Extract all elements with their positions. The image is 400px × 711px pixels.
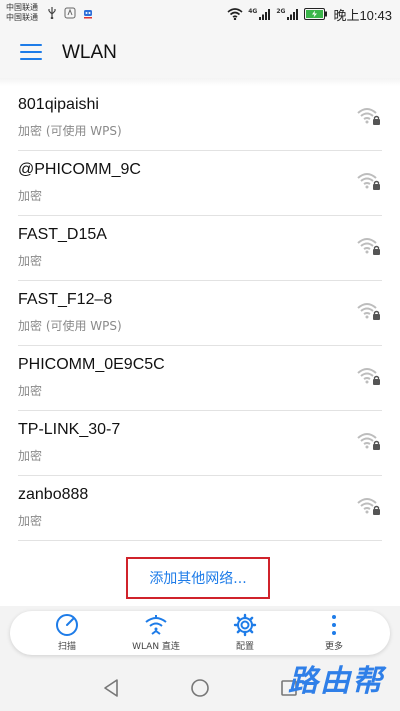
network-item-801qipaishi[interactable]: 801qipaishi 加密 (可使用 WPS) [0,86,400,151]
scan-label: 扫描 [57,642,76,652]
watermark-logo: 路由帮 [288,664,384,699]
wifi-locked-icon [357,303,380,320]
wifi-locked-icon [357,173,380,190]
network-item-zanbo888[interactable]: zanbo888 加密 [0,476,400,541]
wifi-locked-icon [357,368,380,385]
signal-2-type: 2G [276,8,286,15]
more-label: 更多 [324,642,343,652]
status-icons: 4G 2G 晚上10:43 [227,5,392,24]
wifi-locked-icon [357,433,380,450]
network-name: TP-LINK_30-7 [18,421,121,438]
network-item-phicomm-0e9c5c[interactable]: PHICOMM_0E9C5C 加密 [0,346,400,411]
more-vertical-icon [332,615,336,635]
scan-button[interactable]: 扫描 [22,613,112,653]
back-triangle-icon[interactable] [100,677,122,699]
more-button[interactable]: 更多 [289,613,379,653]
network-security: 加密 [18,384,43,398]
network-security: 加密 [18,254,43,268]
carrier-2-label: 中国联通 [6,13,38,22]
wlan-direct-icon [145,615,167,635]
add-other-network-link[interactable]: 添加其他网络... [149,568,246,588]
network-security: 加密 [18,189,43,203]
gear-icon [233,613,257,637]
network-name: 801qipaishi [18,96,99,113]
config-label: 配置 [235,642,254,652]
wifi-locked-icon [357,498,380,515]
wlan-direct-button[interactable]: WLAN 直连 [111,613,201,653]
page-title: WLAN [62,42,117,63]
network-item-fast-f12-8[interactable]: FAST_F12–8 加密 (可使用 WPS) [0,281,400,346]
carrier-info: 中国联通 中国联通 [6,3,38,23]
app-bar: WLAN [0,30,400,78]
wifi-locked-icon [357,108,380,125]
notification-icons [46,7,94,19]
network-security: 加密 [18,449,43,463]
network-security: 加密 [18,514,43,528]
hamburger-menu-icon[interactable] [20,44,42,62]
network-security: 加密 (可使用 WPS) [18,319,122,333]
add-network-highlight: 添加其他网络... [126,557,270,599]
status-bar: 中国联通 中国联通 4G 2G 晚上10:43 [0,0,400,30]
wifi-locked-icon [357,238,380,255]
signal-1-icon [259,8,271,22]
usb-icon [46,7,58,19]
wlan-direct-label: WLAN 直连 [132,642,180,652]
network-item-fast-d15a[interactable]: FAST_D15A 加密 [0,216,400,281]
network-name: FAST_D15A [18,226,107,243]
network-name: @PHICOMM_9C [18,161,141,178]
bottom-toolbar: 扫描 WLAN 直连 配置 更多 [10,611,390,655]
network-item-tp-link-30-7[interactable]: TP-LINK_30-7 加密 [0,411,400,476]
wifi-status-icon [227,7,243,22]
robot-notification-icon [82,7,94,19]
network-name: FAST_F12–8 [18,291,113,308]
clock: 晚上10:43 [333,8,392,23]
signal-1-type: 4G [248,8,258,15]
network-name: PHICOMM_0E9C5C [18,356,165,373]
network-name: zanbo888 [18,486,89,503]
network-item-phicomm-9c[interactable]: @PHICOMM_9C 加密 [0,151,400,216]
battery-charging-icon [304,7,328,22]
scan-icon [56,614,78,636]
list-top-divider [0,78,400,86]
network-security: 加密 (可使用 WPS) [18,124,122,138]
home-circle-icon[interactable] [189,677,211,699]
signal-2-icon [287,8,299,22]
carrier-1-label: 中国联通 [6,3,38,12]
config-button[interactable]: 配置 [200,613,290,653]
app-notification-icon [64,7,76,19]
